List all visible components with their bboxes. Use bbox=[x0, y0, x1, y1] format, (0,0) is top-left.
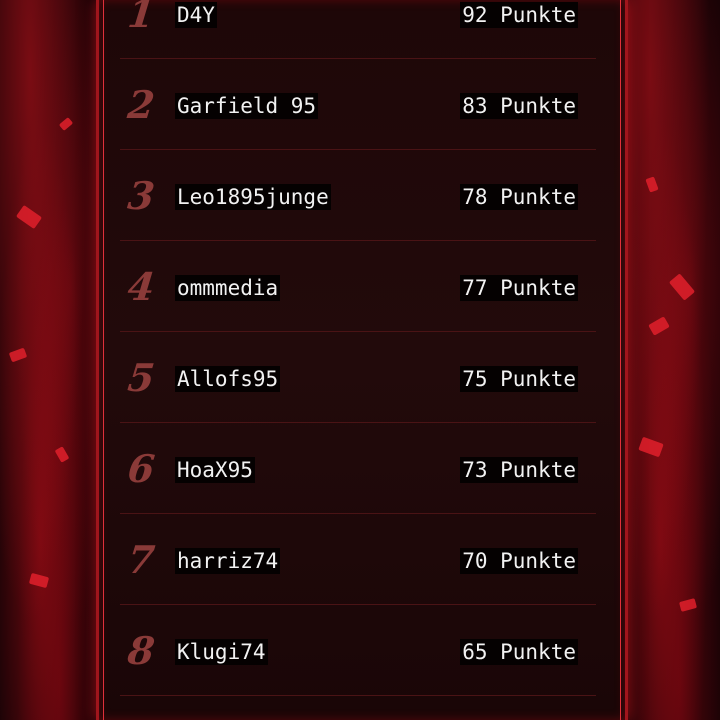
rank-number: 3 bbox=[125, 173, 157, 218]
player-name: harriz74 bbox=[175, 548, 281, 574]
confetti-decoration bbox=[28, 572, 50, 589]
crowd-background-left bbox=[0, 0, 100, 720]
player-name: HoaX95 bbox=[175, 457, 255, 483]
leaderboard-row: 3 Leo1895junge 78 Punkte bbox=[120, 150, 596, 241]
crowd-background-right bbox=[620, 0, 720, 720]
confetti-decoration bbox=[678, 598, 698, 612]
player-name: Klugi74 bbox=[175, 639, 268, 665]
player-points: 75 Punkte bbox=[460, 366, 578, 392]
rank-number: 2 bbox=[125, 82, 157, 127]
leaderboard-row: 7 harriz74 70 Punkte bbox=[120, 514, 596, 605]
leaderboard-row: 4 ommmedia 77 Punkte bbox=[120, 241, 596, 332]
player-points: 77 Punkte bbox=[460, 275, 578, 301]
player-points: 78 Punkte bbox=[460, 184, 578, 210]
leaderboard-row: 8 Klugi74 65 Punkte bbox=[120, 605, 596, 696]
confetti-decoration bbox=[54, 446, 70, 463]
player-name: D4Y bbox=[175, 2, 217, 28]
confetti-decoration bbox=[8, 347, 28, 363]
confetti-decoration bbox=[58, 117, 74, 131]
confetti-decoration bbox=[668, 273, 696, 301]
player-points: 92 Punkte bbox=[460, 2, 578, 28]
leaderboard-list: 1 D4Y 92 Punkte 2 Garfield 95 83 Punkte … bbox=[120, 0, 596, 696]
leaderboard-row: 2 Garfield 95 83 Punkte bbox=[120, 59, 596, 150]
player-points: 70 Punkte bbox=[460, 548, 578, 574]
rank-number: 6 bbox=[125, 446, 157, 491]
player-name: ommmedia bbox=[175, 275, 281, 301]
player-points: 73 Punkte bbox=[460, 457, 578, 483]
confetti-decoration bbox=[648, 316, 670, 336]
confetti-decoration bbox=[645, 176, 659, 193]
player-name: Allofs95 bbox=[175, 366, 281, 392]
rank-number: 1 bbox=[125, 0, 157, 36]
player-points: 65 Punkte bbox=[460, 639, 578, 665]
leaderboard-row: 1 D4Y 92 Punkte bbox=[120, 0, 596, 59]
confetti-decoration bbox=[638, 436, 664, 458]
player-points: 83 Punkte bbox=[460, 93, 578, 119]
player-name: Garfield 95 bbox=[175, 93, 319, 119]
rank-number: 8 bbox=[125, 628, 157, 673]
confetti-decoration bbox=[15, 204, 43, 230]
rank-number: 7 bbox=[125, 537, 157, 582]
rank-number: 5 bbox=[125, 355, 157, 400]
player-name: Leo1895junge bbox=[175, 184, 331, 210]
rank-number: 4 bbox=[125, 264, 157, 309]
leaderboard-row: 5 Allofs95 75 Punkte bbox=[120, 332, 596, 423]
leaderboard-row: 6 HoaX95 73 Punkte bbox=[120, 423, 596, 514]
